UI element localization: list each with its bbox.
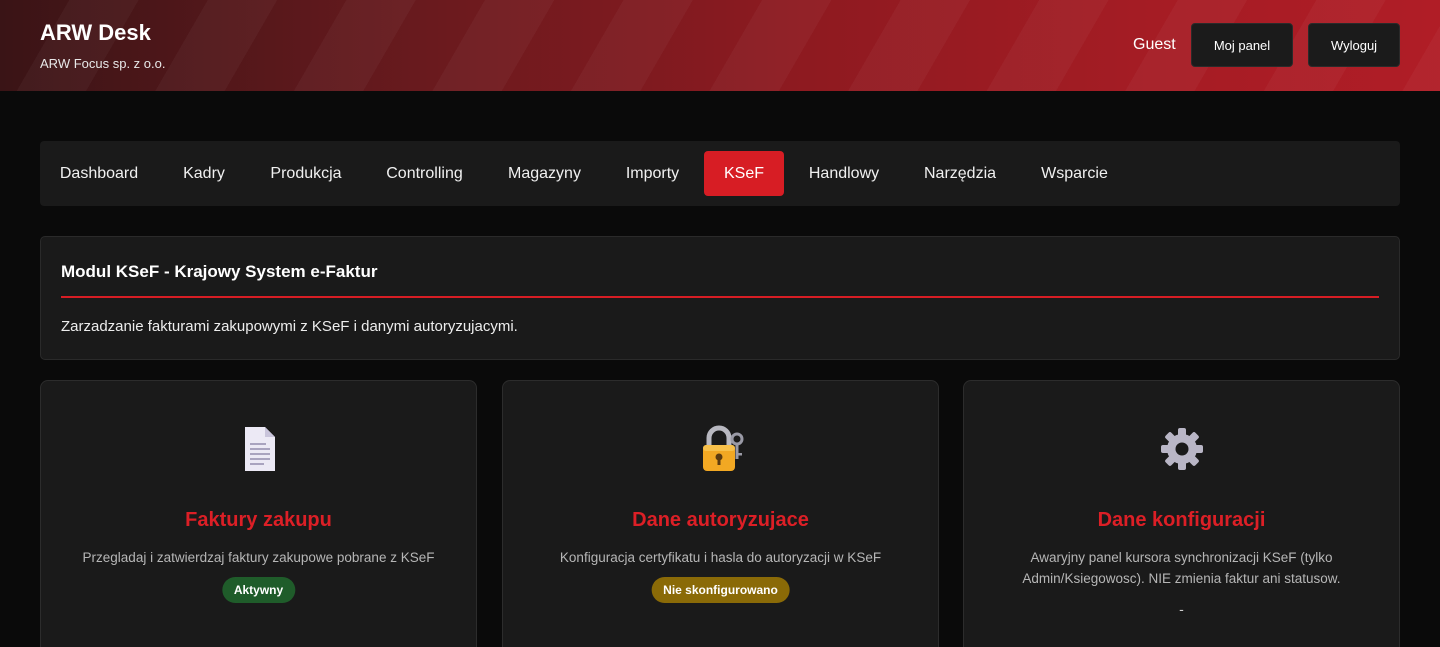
- module-title: Modul KSeF - Krajowy System e-Faktur: [61, 262, 378, 281]
- my-panel-button[interactable]: Moj panel: [1191, 23, 1293, 67]
- card-title: Dane konfiguracji: [1097, 509, 1266, 531]
- nav-item-wsparcie[interactable]: Wsparcie: [1021, 151, 1128, 196]
- document-icon: [244, 427, 275, 471]
- app-header: ARW Desk ARW Focus sp. z o.o. Guest Moj …: [0, 0, 1440, 91]
- sync-status-value: -: [1179, 601, 1184, 617]
- status-badge: Aktywny: [221, 577, 296, 603]
- gear-icon: [1160, 428, 1203, 470]
- company-name: ARW Focus sp. z o.o.: [40, 56, 166, 71]
- card-description: Przegladaj i zatwierdzaj faktury zakupow…: [82, 550, 435, 565]
- title-divider: [61, 296, 1379, 298]
- card-title: Faktury zakupu: [185, 509, 332, 531]
- nav-item-importy[interactable]: Importy: [606, 151, 699, 196]
- current-user: Guest: [1133, 36, 1176, 53]
- status-badge: Nie skonfigurowano: [651, 577, 790, 603]
- card-title: Dane autoryzujace: [632, 509, 809, 531]
- nav-item-narzedzia[interactable]: Narzędzia: [904, 151, 1016, 196]
- module-info-panel: Modul KSeF - Krajowy System e-Faktur Zar…: [40, 236, 1400, 360]
- nav-item-ksef[interactable]: KSeF: [704, 151, 784, 196]
- main-nav: Dashboard Kadry Produkcja Controlling Ma…: [40, 141, 1400, 206]
- nav-item-handlowy[interactable]: Handlowy: [789, 151, 899, 196]
- nav-item-dashboard[interactable]: Dashboard: [40, 151, 158, 196]
- card-description: Konfiguracja certyfikatu i hasla do auto…: [559, 550, 882, 565]
- card-dane-autoryzujace[interactable]: Dane autoryzujace Konfiguracja certyfika…: [502, 380, 939, 647]
- card-faktury-zakupu[interactable]: Faktury zakupu Przegladaj i zatwierdzaj …: [40, 380, 477, 647]
- lock-key-icon: [702, 425, 743, 471]
- nav-item-controlling[interactable]: Controlling: [367, 151, 482, 196]
- card-dane-konfiguracji[interactable]: Dane konfiguracji Awaryjny panel kursora…: [963, 380, 1400, 647]
- nav-item-kadry[interactable]: Kadry: [163, 151, 245, 196]
- nav-item-produkcja[interactable]: Produkcja: [250, 151, 362, 196]
- nav-item-magazyny[interactable]: Magazyny: [488, 151, 601, 196]
- app-title: ARW Desk: [40, 20, 151, 45]
- module-description: Zarzadzanie fakturami zakupowymi z KSeF …: [61, 318, 518, 335]
- logout-button[interactable]: Wyloguj: [1308, 23, 1400, 67]
- card-description: Awaryjny panel kursora synchronizacji KS…: [1022, 550, 1341, 586]
